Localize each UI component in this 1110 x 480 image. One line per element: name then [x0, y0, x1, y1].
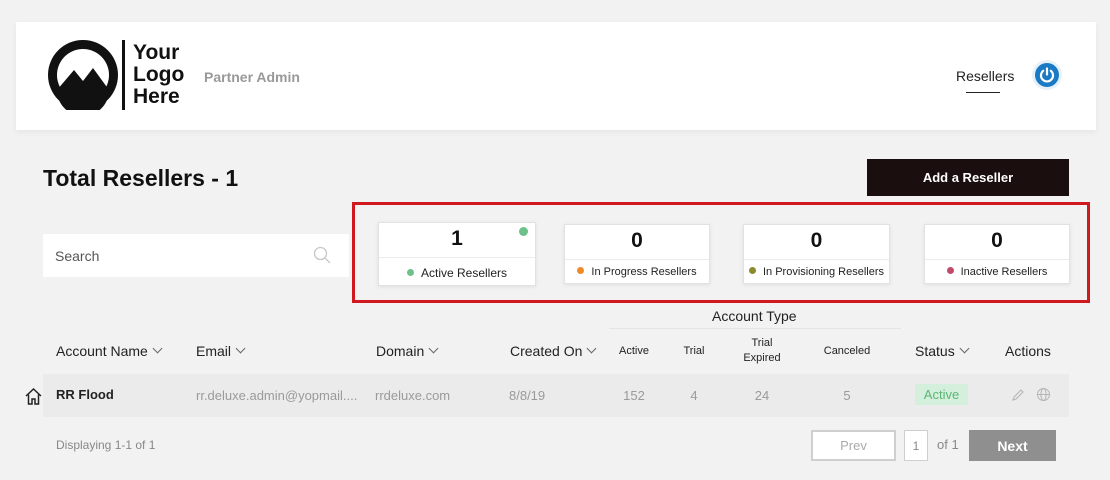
header-label: Created On: [510, 343, 583, 359]
cell-domain: rrdeluxe.com: [375, 388, 451, 403]
page-title: Total Resellers - 1: [43, 165, 239, 191]
displaying-count: Displaying 1-1 of 1: [56, 438, 156, 452]
status-dot-icon: [748, 267, 756, 274]
header-created-on[interactable]: Created On: [510, 343, 597, 359]
status-dot-icon: [946, 267, 954, 274]
logo-mountain-icon: [48, 40, 118, 110]
cell-account-name[interactable]: RR Flood: [56, 387, 114, 402]
stat-divider: [744, 259, 889, 260]
cell-canceled-count: 5: [843, 388, 851, 403]
header-label: Account Name: [56, 343, 148, 359]
stat-label: Active Resellers: [379, 266, 535, 280]
chevron-down-icon: [235, 343, 246, 354]
stat-label-text: In Provisioning Resellers: [762, 266, 885, 278]
logo-line-3: Here: [133, 85, 180, 108]
power-icon: [1035, 63, 1059, 87]
header-email[interactable]: Email: [196, 343, 246, 359]
stat-card-inactive[interactable]: 0 Inactive Resellers: [924, 224, 1070, 284]
stat-card-active[interactable]: 1 Active Resellers: [378, 222, 536, 286]
stat-label: In Progress Resellers: [565, 266, 709, 278]
header-status[interactable]: Status: [915, 343, 970, 359]
status-badge: Active: [915, 384, 968, 405]
edit-pencil-icon[interactable]: [1011, 388, 1025, 402]
header-trial-expired: Trial Expired: [743, 337, 781, 364]
logo-line-2: Logo: [133, 63, 185, 86]
header-active: Active: [619, 345, 649, 357]
logo-text: Your Logo Here: [133, 42, 213, 108]
cell-created-on: 8/8/19: [509, 388, 546, 403]
cell-trial-count: 4: [690, 388, 698, 403]
app-name: Partner Admin: [204, 69, 300, 85]
prev-button[interactable]: Prev: [811, 430, 896, 461]
header-label: Domain: [376, 343, 425, 359]
stat-label: Inactive Resellers: [925, 266, 1069, 278]
stat-divider: [565, 259, 709, 260]
home-icon[interactable]: [24, 387, 43, 406]
chevron-down-icon: [586, 343, 597, 354]
stat-label-text: Active Resellers: [420, 266, 508, 280]
status-dot-icon: [406, 269, 414, 276]
add-reseller-button[interactable]: Add a Reseller: [867, 159, 1069, 196]
header-trial: Trial: [683, 345, 705, 357]
stat-divider: [925, 259, 1069, 260]
stat-label: In Provisioning Resellers: [744, 266, 889, 278]
nav-resellers-link[interactable]: Resellers: [956, 68, 1014, 84]
stat-value: 0: [631, 229, 643, 252]
stat-label-text: Inactive Resellers: [960, 266, 1048, 278]
stat-value: 1: [451, 227, 463, 250]
search-input[interactable]: [43, 234, 349, 277]
stat-card-in-provisioning[interactable]: 0 In Provisioning Resellers: [743, 224, 890, 284]
top-header: Your Logo Here Partner Admin Resellers: [16, 22, 1096, 130]
globe-icon[interactable]: [1036, 387, 1051, 402]
cell-email: rr.deluxe.admin@yopmail....: [196, 388, 358, 403]
nav-active-underline: [966, 92, 1000, 93]
chevron-down-icon: [152, 343, 163, 354]
header-label: Email: [196, 343, 232, 359]
account-type-divider: [609, 328, 901, 329]
stat-value: 0: [810, 229, 823, 252]
next-button[interactable]: Next: [969, 430, 1056, 461]
header-canceled: Canceled: [823, 345, 871, 357]
cell-active-count: 152: [623, 388, 645, 403]
header-account-type: Account Type: [712, 308, 797, 324]
stat-label-text: In Progress Resellers: [591, 266, 697, 278]
search-icon[interactable]: [313, 246, 331, 264]
power-button[interactable]: [1032, 60, 1062, 90]
header-actions: Actions: [1005, 343, 1051, 359]
stat-card-in-progress[interactable]: 0 In Progress Resellers: [564, 224, 710, 284]
logo-line-1: Your: [133, 41, 180, 64]
chevron-down-icon: [959, 343, 970, 354]
page-total: of 1: [937, 437, 959, 452]
stat-divider: [379, 257, 535, 258]
search-box: [43, 234, 349, 277]
logo-divider: [122, 40, 125, 110]
chevron-down-icon: [428, 343, 439, 354]
page-number-input[interactable]: 1: [904, 430, 928, 461]
header-account-name[interactable]: Account Name: [56, 343, 163, 359]
header-label: Status: [915, 343, 955, 359]
stat-value: 0: [991, 229, 1003, 252]
cell-trial-expired-count: 24: [754, 388, 770, 403]
header-domain[interactable]: Domain: [376, 343, 439, 359]
status-dot-icon: [577, 267, 585, 274]
